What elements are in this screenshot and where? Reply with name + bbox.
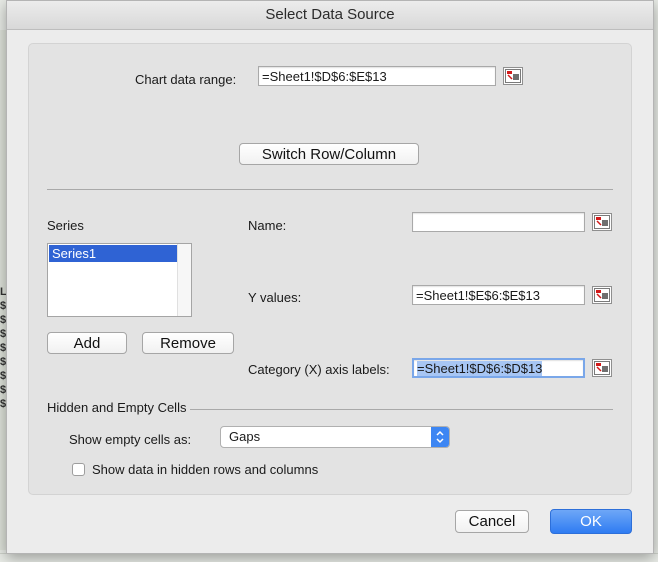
chart-range-field[interactable]: =Sheet1!$D$6:$E$13	[258, 66, 496, 86]
show-empty-label: Show empty cells as:	[69, 432, 192, 447]
series-label: Series	[47, 218, 84, 233]
dialog-content-panel: Chart data range: =Sheet1!$D$6:$E$13 Swi…	[28, 43, 632, 495]
remove-series-button[interactable]: Remove	[142, 332, 234, 354]
hidden-empty-section-title: Hidden and Empty Cells	[47, 400, 191, 415]
add-series-button[interactable]: Add	[47, 332, 127, 354]
category-labels-label: Category (X) axis labels:	[248, 362, 390, 377]
category-labels-picker-button[interactable]	[592, 359, 612, 377]
show-empty-select[interactable]: Gaps	[220, 426, 450, 448]
divider	[47, 189, 613, 190]
ok-button[interactable]: OK	[550, 509, 632, 534]
switch-row-column-button[interactable]: Switch Row/Column	[239, 143, 419, 165]
y-values-picker-button[interactable]	[592, 286, 612, 304]
select-arrows-icon	[431, 427, 449, 447]
category-labels-value: =Sheet1!$D$6:$D$13	[417, 361, 543, 376]
name-label: Name:	[248, 218, 287, 233]
series-list-item[interactable]: Series1	[49, 245, 178, 262]
category-labels-field[interactable]: =Sheet1!$D$6:$D$13	[412, 358, 585, 378]
select-data-source-dialog: Select Data Source Chart data range: =Sh…	[6, 0, 654, 554]
series-name-field[interactable]	[412, 212, 585, 232]
range-picker-icon	[594, 288, 610, 302]
show-empty-value: Gaps	[229, 429, 261, 444]
range-picker-icon	[594, 215, 610, 229]
show-hidden-data-checkbox[interactable]	[72, 463, 85, 476]
series-list-scrollbar[interactable]	[177, 244, 191, 316]
range-picker-icon	[594, 361, 610, 375]
chart-range-picker-button[interactable]	[503, 67, 523, 85]
y-values-label: Y values:	[248, 290, 302, 305]
chart-range-label: Chart data range:	[135, 72, 237, 87]
series-list[interactable]: Series1	[47, 243, 192, 317]
name-picker-button[interactable]	[592, 213, 612, 231]
window-title: Select Data Source	[7, 1, 653, 30]
range-picker-icon	[505, 69, 521, 83]
cancel-button[interactable]: Cancel	[455, 510, 529, 533]
show-hidden-data-label: Show data in hidden rows and columns	[92, 462, 319, 477]
y-values-field[interactable]: =Sheet1!$E$6:$E$13	[412, 285, 585, 305]
